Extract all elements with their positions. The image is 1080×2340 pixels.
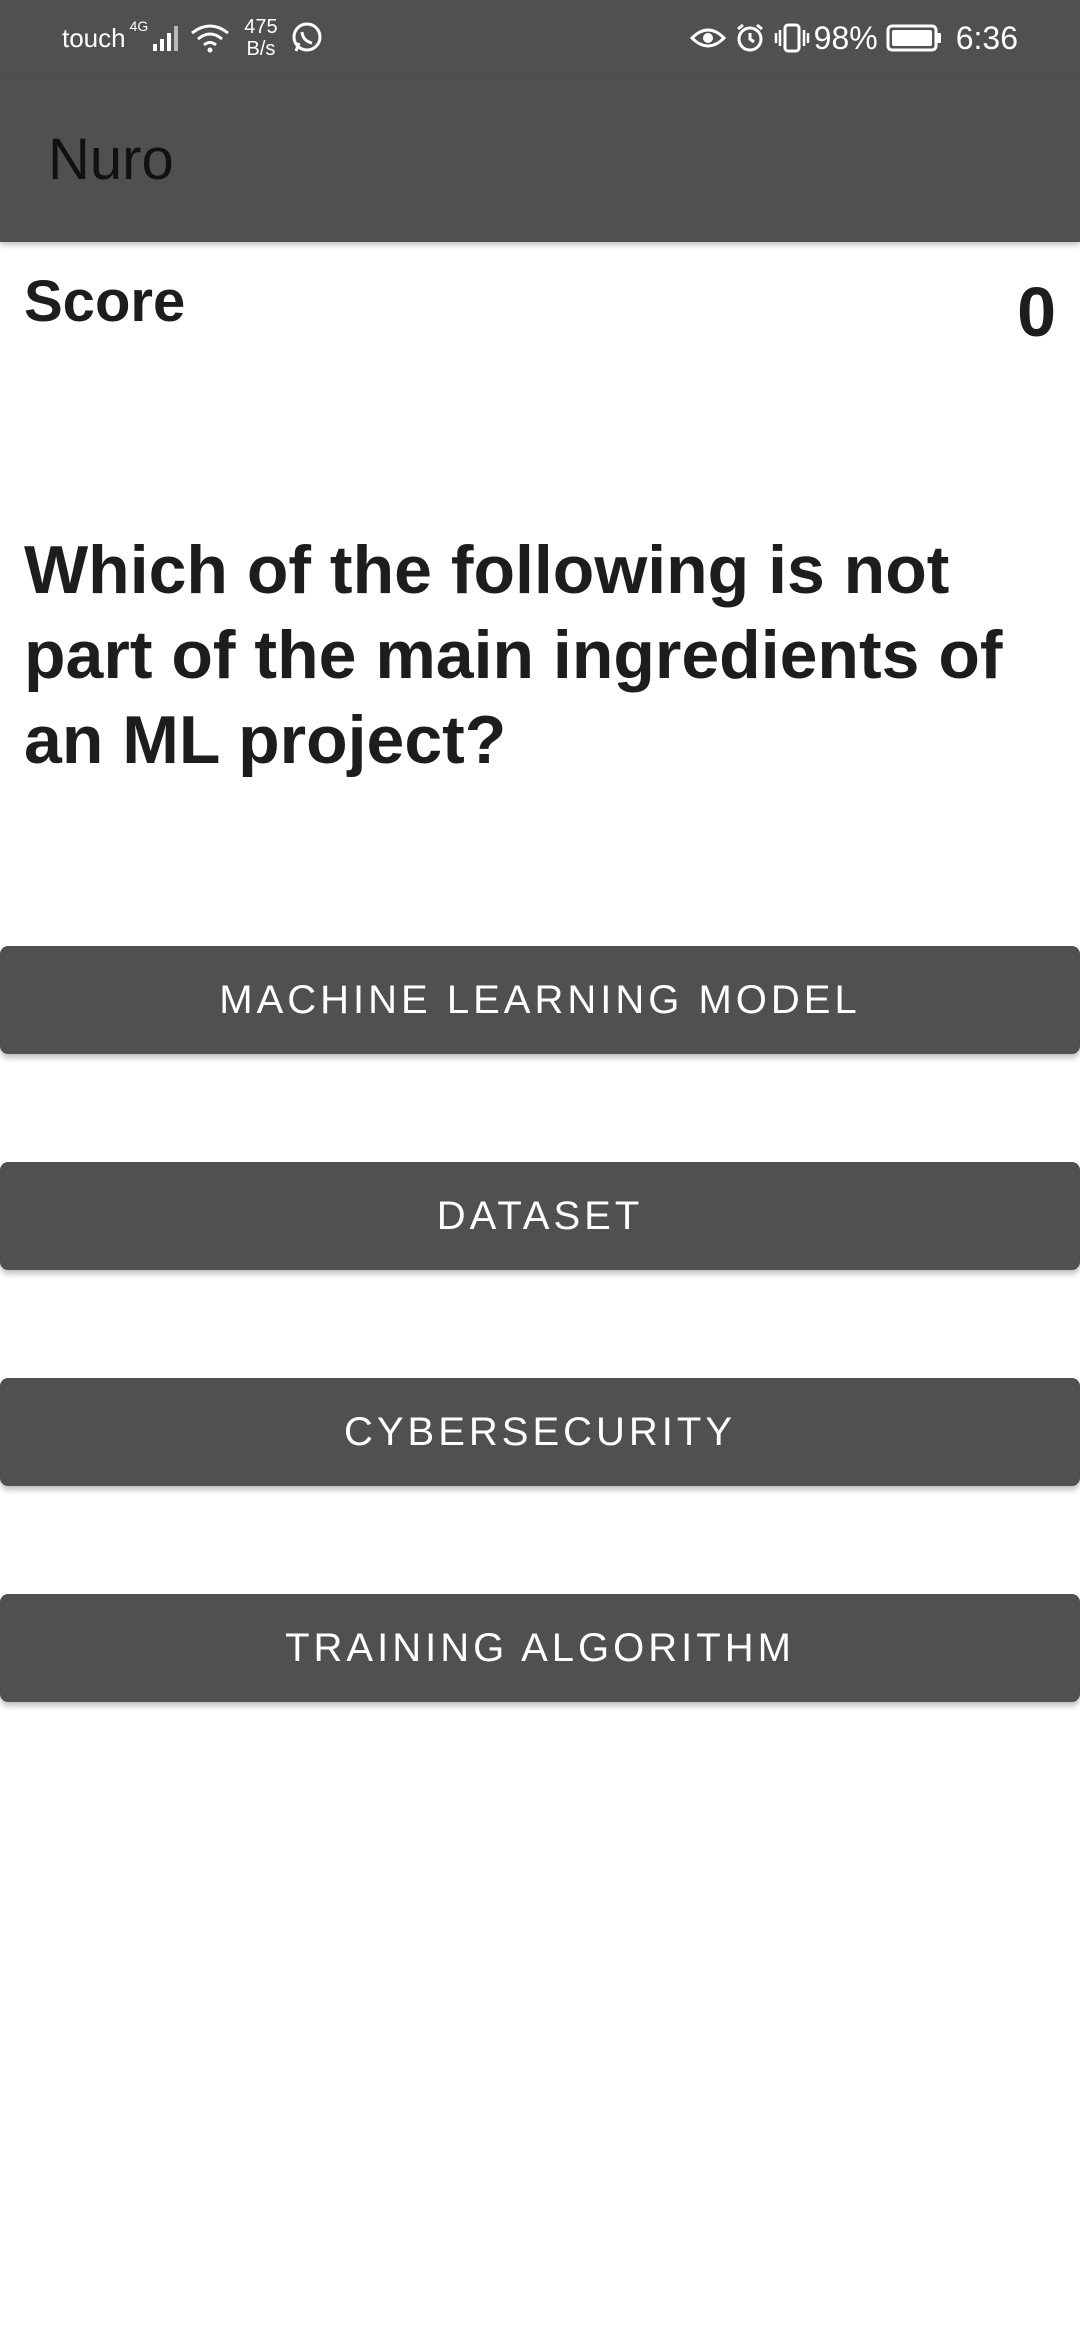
question-text: Which of the following is not part of th… <box>24 532 1003 778</box>
answer-button-cybersecurity[interactable]: CYBERSECURITY <box>0 1378 1080 1486</box>
carrier-label: touch <box>62 22 126 53</box>
network-type-label: 4G <box>129 18 149 34</box>
whatsapp-icon <box>290 21 324 55</box>
speed-value: 475 <box>244 16 278 38</box>
status-right: 98% 6:36 <box>686 0 1018 76</box>
answer-button-dataset[interactable]: DATASET <box>0 1162 1080 1270</box>
app-bar: Nuro <box>0 76 1080 242</box>
alarm-icon <box>734 22 766 54</box>
status-bar: touch 4G 475 B/s 98% 6:36 <box>0 0 1080 76</box>
battery-percent: 98% <box>813 19 878 56</box>
eye-icon <box>689 26 726 50</box>
speed-unit: B/s <box>246 38 276 60</box>
status-left: touch 4G 475 B/s <box>62 0 328 76</box>
score-value: 0 <box>1017 273 1056 351</box>
battery-icon <box>886 24 942 52</box>
clock: 6:36 <box>955 19 1018 56</box>
answer-button-machine-learning-model[interactable]: MACHINE LEARNING MODEL <box>0 946 1080 1054</box>
app-title: Nuro <box>48 126 174 192</box>
answer-button-training-algorithm[interactable]: TRAINING ALGORITHM <box>0 1594 1080 1702</box>
vibrate-icon <box>774 22 810 54</box>
signal-icon <box>152 24 182 52</box>
network-speed: 475 B/s <box>244 16 277 60</box>
score-label: Score <box>24 269 186 334</box>
wifi-icon <box>190 23 230 53</box>
